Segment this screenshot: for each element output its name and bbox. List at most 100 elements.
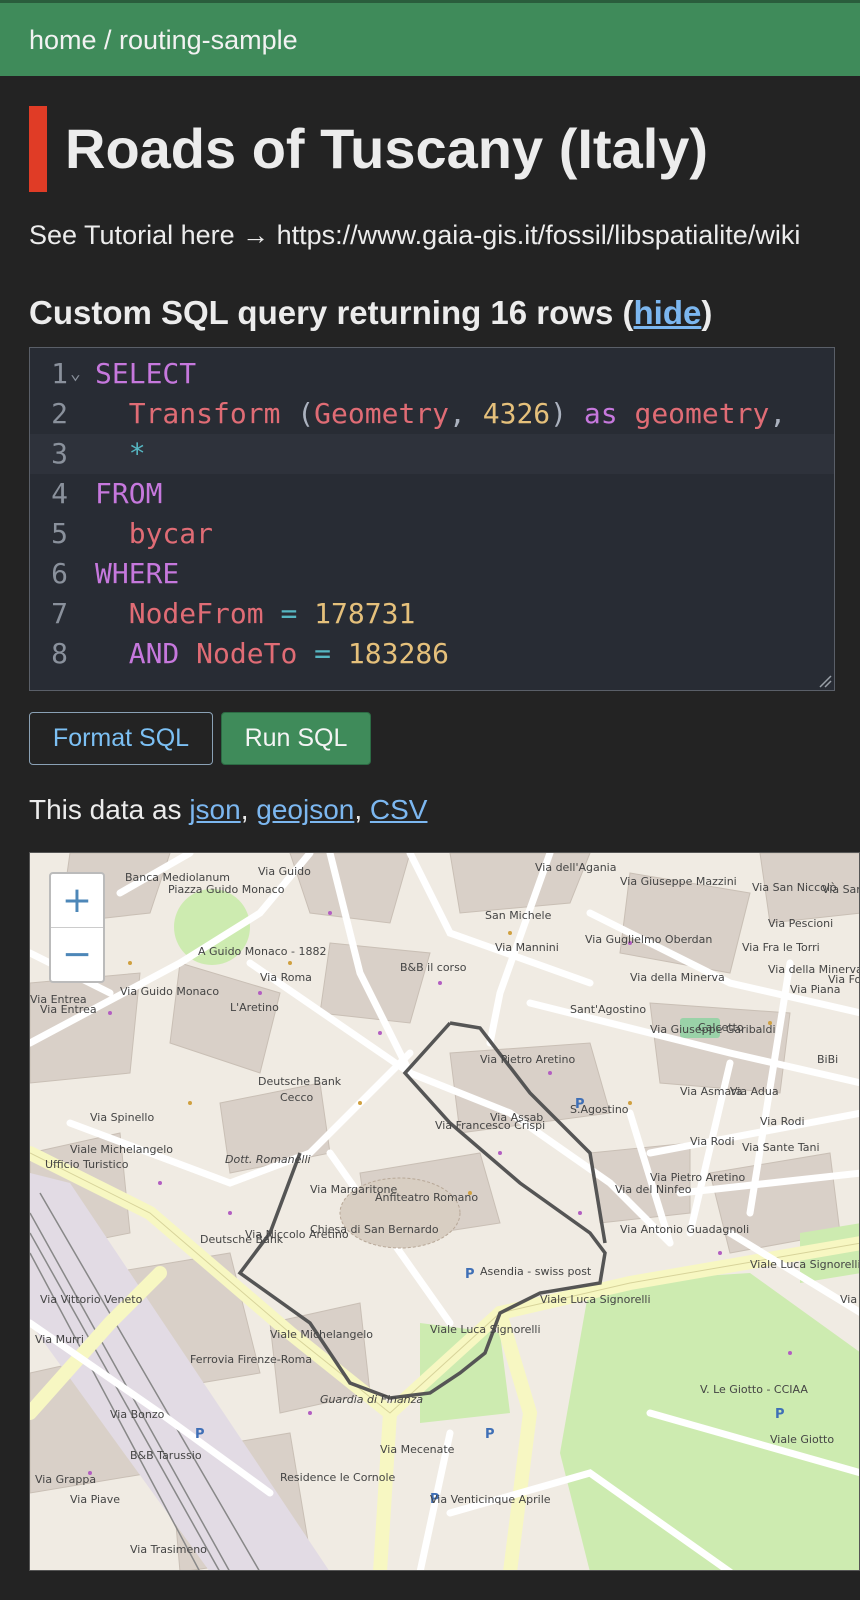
code-text: AND NodeTo = 183286 <box>95 634 449 674</box>
top-bar: home / routing-sample <box>0 0 860 76</box>
code-token: , <box>769 397 787 430</box>
code-token: * <box>128 437 146 470</box>
zoom-control: + − <box>49 872 105 983</box>
map-label: Piazza Guido Monaco <box>168 883 285 896</box>
code-token: SELECT <box>95 357 197 390</box>
resize-handle-icon[interactable] <box>818 674 832 688</box>
map-label: Via Francesco Crispi <box>435 1119 546 1132</box>
svg-text:P: P <box>195 1427 205 1442</box>
map-label: Via Guido <box>258 865 311 878</box>
code-token: = <box>314 637 332 670</box>
query-heading-suffix: ) <box>701 294 713 331</box>
code-token: as <box>583 397 618 430</box>
map-label: Viale Michelangelo <box>270 1328 374 1341</box>
hide-sql-link[interactable]: hide <box>634 294 702 331</box>
map-label: Via del Ninfeo <box>615 1183 692 1196</box>
breadcrumb[interactable]: home / routing-sample <box>29 25 298 56</box>
code-token: Geometry <box>314 397 450 430</box>
export-links: This data as json, geojson, CSV <box>29 794 427 826</box>
map-label: Via Grappa <box>35 1473 97 1486</box>
map-label: Via Guido Monaco <box>120 985 220 998</box>
sql-editor[interactable]: 1 ⌄ SELECT 2 Transform (Geometry, 4326) as … <box>29 347 835 691</box>
map-label: Via Venticinque Aprile <box>430 1493 551 1506</box>
line-number: 2 <box>51 397 68 430</box>
line-number: 6 <box>51 557 68 590</box>
code-text: Transform (Geometry, 4326) as geometry, <box>95 394 786 434</box>
map-label: Via Mecenate <box>380 1443 455 1456</box>
zoom-out-button[interactable]: − <box>51 928 103 981</box>
map-label: Anfiteatro Romano <box>375 1191 479 1204</box>
map-label: Via dell'Agania <box>535 861 617 874</box>
line-number: 4 <box>51 477 68 510</box>
map-label: Via Piave <box>70 1493 121 1506</box>
code-line[interactable]: 4 FROM <box>30 474 834 514</box>
code-token: ) <box>550 397 568 430</box>
map-label: Via Trasimeno <box>130 1543 207 1556</box>
map-label: Calcetto <box>698 1021 744 1034</box>
map-label: Ufficio Turistico <box>45 1158 129 1171</box>
query-heading-prefix: Custom SQL query returning 16 rows ( <box>29 294 634 331</box>
code-line[interactable]: 3 * <box>30 434 834 474</box>
map-label: B&B Tarussio <box>130 1449 202 1462</box>
code-text: * <box>95 434 146 474</box>
map-label: Deutsche Bank <box>258 1075 342 1088</box>
format-sql-button[interactable]: Format SQL <box>29 712 213 765</box>
code-line[interactable]: 7 NodeFrom = 178731 <box>30 594 834 634</box>
line-number: 1 <box>51 357 68 390</box>
map-label: A Guido Monaco - 1882 <box>198 945 327 958</box>
code-line[interactable]: 2 Transform (Geometry, 4326) as geometry… <box>30 394 834 434</box>
map-label: Via Adua <box>730 1085 779 1098</box>
map-label: Viale Michelangelo <box>70 1143 174 1156</box>
svg-text:P: P <box>775 1407 785 1422</box>
map-label: S.Agostino <box>570 1103 629 1116</box>
map-view[interactable]: PPP PPP P Banca MediolanumPiazza Guido M… <box>29 852 860 1571</box>
map-label: Via Entrea <box>40 1003 97 1016</box>
export-json-link[interactable]: json <box>189 794 240 825</box>
map-label: Deutsche Bank <box>200 1233 284 1246</box>
map-label: Via Guglielmo Oberdan <box>585 933 713 946</box>
code-line[interactable]: 6 WHERE <box>30 554 834 594</box>
code-line[interactable]: 5 bycar <box>30 514 834 554</box>
line-number: 3 <box>51 437 68 470</box>
map-label: Via Rodi <box>760 1115 805 1128</box>
code-line[interactable]: 8 AND NodeTo = 183286 <box>30 634 834 674</box>
map-label: Sant'Agostino <box>570 1003 647 1016</box>
map-label: Via San Lorenzo <box>822 883 859 896</box>
map-label: L'Aretino <box>230 1001 279 1014</box>
export-csv-link[interactable]: CSV <box>370 794 428 825</box>
tutorial-link-text[interactable]: See Tutorial here → https://www.gaia-gis… <box>29 220 800 251</box>
map-label: Via Roma <box>260 971 312 984</box>
map-label: Ferrovia Firenze-Roma <box>190 1353 313 1366</box>
map-label: Via Giuseppe Mazzini <box>620 875 737 888</box>
map-label: Via Rodi <box>690 1135 735 1148</box>
code-text: FROM <box>95 474 162 514</box>
export-geojson-link[interactable]: geojson <box>256 794 354 825</box>
map-label: Via Fra le Torri <box>742 941 820 954</box>
export-separator: , <box>354 794 370 825</box>
code-token: Transform <box>128 397 281 430</box>
code-token: 4326 <box>482 397 551 430</box>
svg-text:P: P <box>485 1427 495 1442</box>
svg-text:P: P <box>465 1267 475 1282</box>
line-number: 8 <box>51 637 68 670</box>
code-token: 178731 <box>314 597 416 630</box>
map-label: Via Vittorio Veneto <box>40 1293 143 1306</box>
run-sql-button[interactable]: Run SQL <box>221 712 371 765</box>
export-separator: , <box>240 794 257 825</box>
chevron-down-icon[interactable]: ⌄ <box>70 354 81 394</box>
map-label: BiBi <box>817 1053 839 1066</box>
zoom-in-button[interactable]: + <box>51 874 103 928</box>
code-token: ( <box>297 397 315 430</box>
line-number: 7 <box>51 597 68 630</box>
code-line[interactable]: 1 ⌄ SELECT <box>30 354 834 394</box>
code-token: bycar <box>128 517 214 550</box>
map-label: Via Fontanella <box>828 973 860 986</box>
code-text: NodeFrom = 178731 <box>95 594 416 634</box>
map-label: Dott. Romanelli <box>225 1153 311 1166</box>
